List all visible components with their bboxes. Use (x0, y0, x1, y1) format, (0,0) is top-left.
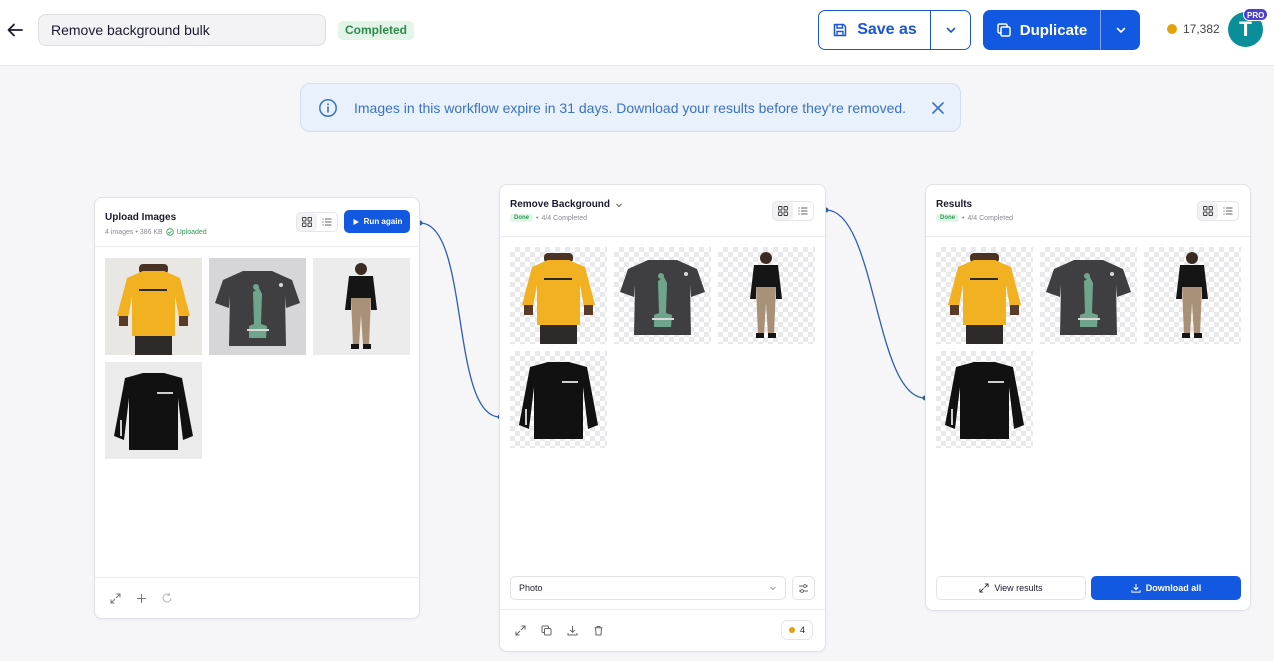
done-badge: Done (510, 214, 533, 222)
save-icon (833, 23, 847, 37)
card-title: Remove Background (510, 199, 623, 210)
save-as-button-group: Save as (818, 10, 971, 50)
run-again-button[interactable]: Run again (344, 210, 410, 233)
list-view-icon[interactable] (793, 202, 813, 220)
results-progress: Done • 4/4 Completed (936, 214, 1013, 222)
progress-text: 4/4 Completed (967, 214, 1013, 222)
image-thumbnail-black-sweater-model[interactable] (313, 258, 410, 355)
save-as-button[interactable]: Save as (819, 11, 930, 49)
coin-icon (1167, 24, 1177, 34)
info-icon (319, 98, 337, 117)
credits-value: 17,382 (1183, 22, 1220, 36)
remove-background-card[interactable]: Remove Background Done • 4/4 Completed P… (499, 184, 826, 652)
mode-value: Photo (519, 583, 543, 593)
save-as-dropdown[interactable] (930, 11, 970, 49)
refresh-icon[interactable] (157, 588, 177, 608)
run-again-label: Run again (363, 217, 403, 226)
grid-view-icon[interactable] (297, 213, 317, 231)
view-results-button[interactable]: View results (936, 576, 1086, 600)
check-circle-icon (166, 228, 174, 236)
coin-icon (788, 627, 795, 633)
add-icon[interactable] (131, 588, 151, 608)
divider (500, 236, 825, 237)
result-thumbnail-yellow-tshirt[interactable] (936, 247, 1033, 344)
image-thumbnail-black-sweatshirt[interactable] (105, 362, 202, 459)
expand-icon[interactable] (510, 620, 530, 640)
remove-background-title: Remove Background (510, 199, 611, 210)
mode-select[interactable]: Photo (510, 576, 786, 600)
image-thumbnail-yellow-tshirt[interactable] (105, 258, 202, 355)
play-icon (353, 218, 359, 225)
duplicate-label: Duplicate (1019, 21, 1088, 39)
result-thumbnail-black-sweatshirt[interactable] (936, 351, 1033, 448)
save-as-label: Save as (857, 21, 917, 38)
result-thumbnail-black-tshirt-paris[interactable] (1040, 247, 1137, 344)
result-thumbnail-black-sweater-model[interactable] (1144, 247, 1241, 344)
workflow-name-input[interactable]: Remove background bulk (38, 14, 326, 46)
chevron-down-icon (946, 27, 955, 34)
list-view-icon[interactable] (317, 213, 337, 231)
view-toggle (772, 201, 814, 221)
close-icon[interactable] (930, 100, 946, 116)
upload-size: 4 images • 386 KB (105, 228, 163, 236)
expiry-notice: Images in this workflow expire in 31 day… (300, 83, 961, 132)
view-toggle (296, 212, 338, 232)
download-icon[interactable] (562, 620, 582, 640)
credit-cost: 4 (781, 620, 813, 640)
top-bar: Remove background bulk Completed Save as… (0, 0, 1274, 66)
done-badge: Done (936, 214, 959, 222)
image-thumbnail-black-tshirt-paris[interactable] (209, 258, 306, 355)
expand-icon (979, 583, 989, 593)
download-all-label: Download all (1145, 583, 1202, 593)
expand-icon[interactable] (105, 588, 125, 608)
card-title: Upload Images (105, 212, 177, 223)
card-title: Results (936, 199, 973, 210)
copy-icon[interactable] (536, 620, 556, 640)
back-button[interactable] (2, 17, 28, 43)
divider (95, 246, 419, 247)
duplicate-button[interactable]: Duplicate (983, 10, 1100, 50)
download-all-button[interactable]: Download all (1091, 576, 1241, 600)
duplicate-button-group: Duplicate (983, 10, 1140, 50)
arrow-left-icon (7, 23, 23, 37)
notice-text: Images in this workflow expire in 31 day… (354, 99, 907, 116)
upload-images-card[interactable]: Upload Images 4 images • 386 KB Uploaded… (94, 197, 420, 619)
progress-text: 4/4 Completed (541, 214, 587, 222)
upload-meta: 4 images • 386 KB Uploaded (105, 228, 207, 236)
divider (95, 577, 419, 578)
processed-thumbnail-black-sweater-model[interactable] (718, 247, 815, 344)
credit-cost-value: 4 (799, 625, 805, 635)
chevron-down-icon[interactable] (615, 201, 623, 209)
trash-icon[interactable] (588, 620, 608, 640)
copy-icon (996, 23, 1011, 37)
view-toggle (1197, 201, 1239, 221)
sliders-icon (799, 583, 808, 593)
divider (926, 236, 1250, 237)
view-results-label: View results (994, 583, 1043, 593)
grid-view-icon[interactable] (773, 202, 793, 220)
remove-progress: Done • 4/4 Completed (510, 214, 587, 222)
chevron-down-icon (770, 586, 776, 591)
processed-thumbnail-black-tshirt-paris[interactable] (614, 247, 711, 344)
list-view-icon[interactable] (1218, 202, 1238, 220)
upload-status: Uploaded (176, 228, 207, 236)
processed-thumbnail-yellow-tshirt[interactable] (510, 247, 607, 344)
credits-balance: 17,382 (1167, 22, 1220, 36)
download-icon (1131, 583, 1141, 593)
connector-upload-to-remove (419, 222, 501, 418)
divider (500, 609, 825, 610)
processed-thumbnail-black-sweatshirt[interactable] (510, 351, 607, 448)
chevron-down-icon (1116, 27, 1125, 34)
grid-view-icon[interactable] (1198, 202, 1218, 220)
duplicate-dropdown[interactable] (1100, 10, 1140, 50)
connector-remove-to-results (825, 209, 926, 399)
results-card[interactable]: Results Done • 4/4 Completed View result… (925, 184, 1251, 611)
status-badge: Completed (338, 21, 415, 40)
plan-badge: PRO (1243, 8, 1269, 21)
settings-button[interactable] (792, 576, 815, 600)
